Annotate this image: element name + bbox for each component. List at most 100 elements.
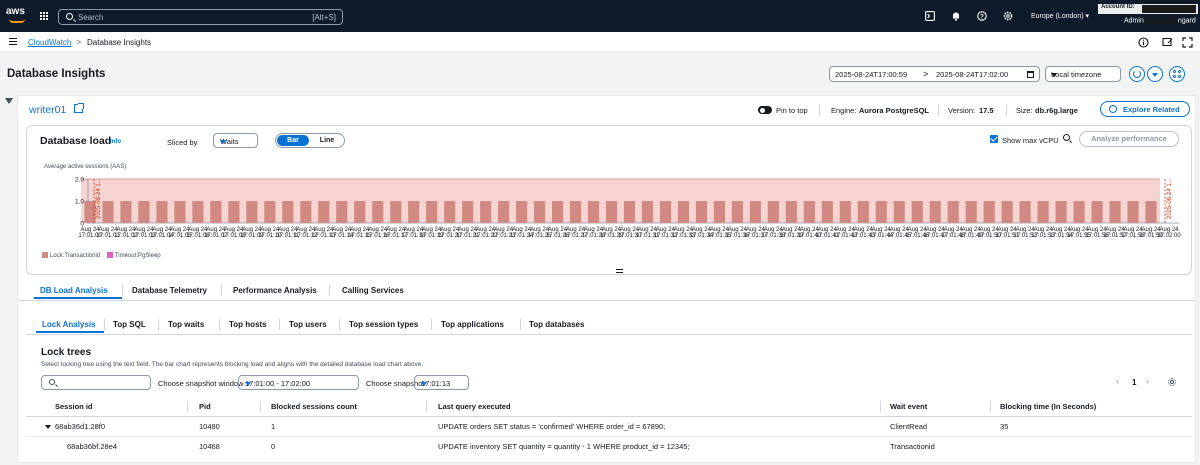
breadcrumb-separator: > — [76, 37, 82, 47]
tab-divider — [158, 319, 159, 330]
bar-lock-transactionid — [426, 201, 438, 223]
user-suffix: ngard — [1177, 17, 1196, 25]
account-menu[interactable]: Admin ngard — [1124, 17, 1196, 24]
engine-value: Aurora PostgreSQL — [859, 106, 930, 115]
bar-lock-transactionid — [246, 201, 258, 223]
services-grid-icon[interactable] — [40, 12, 49, 21]
tab-db-load-analysis[interactable]: DB Load Analysis — [40, 286, 108, 295]
bar-lock-transactionid — [677, 201, 690, 223]
tab-top-applications[interactable]: Top applications — [441, 320, 504, 329]
aws-logo[interactable]: aws — [6, 6, 30, 26]
lock-tree-search-input[interactable] — [41, 375, 151, 390]
refresh-button[interactable] — [1129, 66, 1145, 82]
refresh-options-button[interactable] — [1147, 66, 1163, 82]
tab-database-telemetry[interactable]: Database Telemetry — [132, 286, 207, 295]
cloudshell-icon[interactable] — [925, 11, 935, 21]
tab-top-databases[interactable]: Top databases — [529, 320, 584, 329]
table-cell-blocked-count: 0 — [271, 442, 276, 451]
bar-lock-transactionid — [1091, 201, 1103, 223]
info-icon[interactable] — [1138, 37, 1149, 48]
tab-divider — [329, 285, 330, 296]
instance-name-link[interactable]: writer01 — [29, 104, 66, 116]
table-cell-pid: 10480 — [199, 422, 220, 431]
bar-view-button[interactable]: Bar — [277, 135, 309, 146]
analyze-performance-button[interactable]: Analyze performance — [1079, 131, 1179, 147]
bar-lock-transactionid — [264, 201, 276, 223]
bar-lock-transactionid — [282, 201, 294, 223]
column-header-pid[interactable]: Pid — [199, 402, 211, 411]
active-tab-indicator — [36, 331, 104, 333]
column-header-blocked-sessions[interactable]: Blocked sessions count — [271, 402, 357, 411]
explore-related-button[interactable]: Explore Related — [1100, 101, 1190, 117]
range-end: 2025-08-24T17:02:00 — [936, 70, 1009, 79]
line-view-button[interactable]: Line — [312, 135, 342, 146]
bar-lock-transactionid — [444, 201, 456, 223]
info-link[interactable]: Info — [110, 139, 121, 145]
column-header-session-id[interactable]: Session id — [55, 402, 93, 411]
show-max-vcpu-checkbox[interactable] — [990, 135, 998, 143]
bar-lock-transactionid — [336, 201, 348, 223]
redacted-account-id — [1142, 5, 1196, 13]
search-placeholder: Search — [78, 13, 104, 22]
search-icon — [49, 379, 55, 385]
bar-lock-transactionid — [462, 201, 474, 223]
next-page-button[interactable]: › — [1146, 376, 1149, 386]
snapshot-select[interactable]: 17:01:13 — [414, 375, 469, 390]
bar-lock-transactionid — [1109, 201, 1121, 223]
column-header-last-query[interactable]: Last query executed — [438, 402, 511, 411]
column-header-wait-event[interactable]: Wait event — [890, 402, 927, 411]
zoom-icon[interactable] — [1063, 134, 1070, 141]
expand-row-icon[interactable] — [45, 425, 51, 429]
tab-top-session-types[interactable]: Top session types — [349, 320, 418, 329]
column-divider — [880, 401, 881, 412]
table-cell-wait-event: ClientRead — [890, 422, 928, 431]
previous-page-button[interactable]: ‹ — [1116, 376, 1119, 386]
pin-to-top-toggle[interactable] — [758, 106, 772, 114]
tab-top-hosts[interactable]: Top hosts — [229, 320, 267, 329]
tab-top-sql[interactable]: Top SQL — [113, 320, 146, 329]
column-header-blocking-time[interactable]: Blocking time (In Seconds) — [1000, 402, 1096, 411]
bar-lock-transactionid — [1073, 201, 1085, 223]
global-search-input[interactable]: Search [Alt+S] — [58, 9, 343, 25]
bar-lock-transactionid — [1037, 201, 1049, 223]
settings-gear-icon[interactable] — [1003, 11, 1013, 21]
column-divider — [260, 401, 261, 412]
page-number[interactable]: 1 — [1132, 378, 1136, 387]
secondary-tabs: Lock Analysis Top SQL Top waits Top host… — [26, 315, 1192, 335]
bell-icon[interactable] — [951, 11, 961, 21]
sliced-by-select[interactable]: Waits — [213, 133, 258, 148]
timezone-select[interactable]: Local timezone — [1045, 66, 1121, 82]
size-value: db.r6g.large — [1035, 106, 1078, 115]
tab-performance-analysis[interactable]: Performance Analysis — [233, 286, 317, 295]
date-range-picker[interactable]: 2025-08-24T17:00:59 > 2025-08-24T17:02:0… — [829, 66, 1040, 82]
tab-lock-analysis[interactable]: Lock Analysis — [42, 320, 96, 329]
resize-handle-icon[interactable] — [616, 269, 623, 273]
filter-icon[interactable] — [5, 98, 13, 104]
range-start: 2025-08-24T17:00:59 — [835, 70, 908, 79]
tab-divider — [520, 319, 521, 330]
search-icon — [66, 13, 73, 20]
column-divider — [426, 401, 427, 412]
snapshot-window-value: 17:01:00 - 17:02:00 — [245, 379, 311, 388]
region-selector[interactable]: Europe (London) ▾ — [1031, 12, 1089, 20]
legend-item-timeout[interactable]: Timeout:PgSleep — [115, 253, 161, 259]
bar-lock-transactionid — [551, 201, 564, 223]
tab-divider — [279, 319, 280, 330]
tab-top-waits[interactable]: Top waits — [168, 320, 204, 329]
size-label: Size: — [1016, 106, 1033, 115]
feedback-icon[interactable] — [1162, 37, 1173, 48]
bar-lock-transactionid — [1001, 201, 1013, 223]
snapshot-window-select[interactable]: 17:01:00 - 17:02:00 — [238, 375, 359, 390]
fullscreen-icon[interactable] — [1182, 37, 1193, 48]
database-load-chart[interactable]: 01.02.0 2025-08-24 1... 2025-08-24 1...Aug… — [35, 170, 1185, 250]
legend-item-lock[interactable]: Lock:Transactionid — [50, 253, 100, 259]
table-settings-gear-icon[interactable] — [1168, 378, 1176, 386]
external-link-icon[interactable] — [74, 103, 84, 113]
tab-calling-services[interactable]: Calling Services — [342, 286, 404, 295]
breadcrumb-cloudwatch-link[interactable]: CloudWatch — [28, 38, 71, 47]
widgets-button[interactable] — [1169, 66, 1185, 82]
menu-hamburger-icon[interactable] — [9, 38, 17, 45]
help-icon[interactable]: ? — [977, 11, 987, 21]
bar-lock-transactionid — [983, 201, 995, 223]
tab-top-users[interactable]: Top users — [289, 320, 327, 329]
